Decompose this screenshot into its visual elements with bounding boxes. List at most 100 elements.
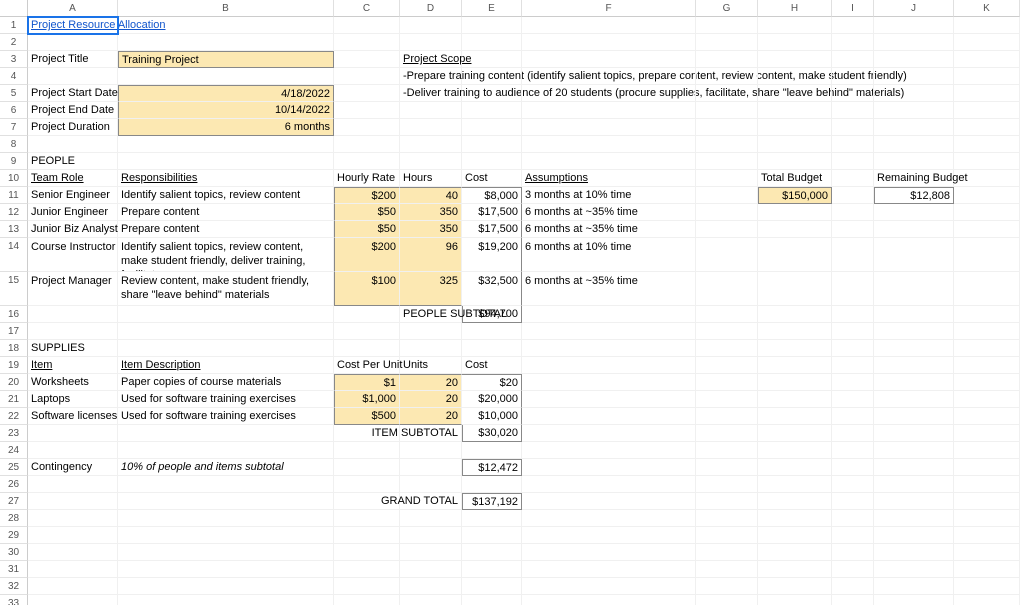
- supply-cost[interactable]: $1: [334, 374, 400, 391]
- people-resp: Prepare content: [118, 221, 334, 238]
- supply-cost[interactable]: $500: [334, 408, 400, 425]
- row-header-13[interactable]: 13: [0, 221, 28, 238]
- people-role: Course Instructor: [28, 238, 118, 272]
- supply-units[interactable]: 20: [400, 408, 462, 425]
- row-header-33[interactable]: 33: [0, 595, 28, 605]
- people-assump: 6 months at ~35% time: [522, 204, 696, 221]
- section-people-header: PEOPLE: [28, 153, 118, 170]
- column-header-K[interactable]: K: [954, 0, 1020, 17]
- row-header-7[interactable]: 7: [0, 119, 28, 136]
- label-duration: Project Duration: [28, 119, 118, 136]
- column-header-H[interactable]: H: [758, 0, 832, 17]
- column-header-C[interactable]: C: [334, 0, 400, 17]
- people-assump: 6 months at ~35% time: [522, 221, 696, 238]
- people-hours[interactable]: 350: [400, 204, 462, 221]
- row-header-24[interactable]: 24: [0, 442, 28, 459]
- grand-total-label: GRAND TOTAL: [381, 493, 458, 510]
- value-start-date[interactable]: 4/18/2022: [118, 85, 334, 102]
- row-header-27[interactable]: 27: [0, 493, 28, 510]
- col-units: Units: [400, 357, 462, 374]
- row-header-28[interactable]: 28: [0, 510, 28, 527]
- row-header-18[interactable]: 18: [0, 340, 28, 357]
- row-header-5[interactable]: 5: [0, 85, 28, 102]
- column-header-D[interactable]: D: [400, 0, 462, 17]
- people-rate[interactable]: $50: [334, 204, 400, 221]
- people-role: Junior Engineer: [28, 204, 118, 221]
- col-item: Item: [28, 357, 118, 374]
- row-header-4[interactable]: 4: [0, 68, 28, 85]
- row-header-17[interactable]: 17: [0, 323, 28, 340]
- column-header-J[interactable]: J: [874, 0, 954, 17]
- people-rate[interactable]: $50: [334, 221, 400, 238]
- people-role: Project Manager: [28, 272, 118, 306]
- value-end-date[interactable]: 10/14/2022: [118, 102, 334, 119]
- row-header-1[interactable]: 1: [0, 17, 28, 34]
- value-remaining-budget: $12,808: [874, 187, 954, 204]
- people-hours[interactable]: 325: [400, 272, 462, 306]
- row-header-20[interactable]: 20: [0, 374, 28, 391]
- supply-desc: Paper copies of course materials: [118, 374, 334, 391]
- row-header-8[interactable]: 8: [0, 136, 28, 153]
- supply-units[interactable]: 20: [400, 374, 462, 391]
- row-header-9[interactable]: 9: [0, 153, 28, 170]
- value-project-title[interactable]: Training Project: [118, 51, 334, 68]
- people-rate[interactable]: $200: [334, 238, 400, 272]
- column-header-B[interactable]: B: [118, 0, 334, 17]
- people-rate[interactable]: $200: [334, 187, 400, 204]
- people-hours[interactable]: 96: [400, 238, 462, 272]
- label-project-title: Project Title: [28, 51, 118, 68]
- row-header-32[interactable]: 32: [0, 578, 28, 595]
- scope-line-1: -Prepare training content (identify sali…: [400, 68, 462, 85]
- row-header-2[interactable]: 2: [0, 34, 28, 51]
- people-resp: Identify salient topics, review content: [118, 187, 334, 204]
- people-resp: Prepare content: [118, 204, 334, 221]
- select-all-corner[interactable]: [0, 0, 28, 17]
- column-header-F[interactable]: F: [522, 0, 696, 17]
- supply-desc: Used for software training exercises: [118, 391, 334, 408]
- people-subtotal-label: [334, 306, 400, 323]
- item-subtotal-value: $30,020: [462, 425, 522, 442]
- row-header-6[interactable]: 6: [0, 102, 28, 119]
- row-header-16[interactable]: 16: [0, 306, 28, 323]
- column-header-G[interactable]: G: [696, 0, 758, 17]
- row-header-30[interactable]: 30: [0, 544, 28, 561]
- column-header-E[interactable]: E: [462, 0, 522, 17]
- row-header-19[interactable]: 19: [0, 357, 28, 374]
- desc-contingency: 10% of people and items subtotal: [118, 459, 334, 476]
- people-hours[interactable]: 40: [400, 187, 462, 204]
- column-header-A[interactable]: A: [28, 0, 118, 17]
- people-hours[interactable]: 350: [400, 221, 462, 238]
- people-rate[interactable]: $100: [334, 272, 400, 306]
- row-header-14[interactable]: 14: [0, 238, 28, 272]
- column-header-I[interactable]: I: [832, 0, 874, 17]
- row-header-11[interactable]: 11: [0, 187, 28, 204]
- row-header-23[interactable]: 23: [0, 425, 28, 442]
- row-header-25[interactable]: 25: [0, 459, 28, 476]
- row-header-26[interactable]: 26: [0, 476, 28, 493]
- row-header-21[interactable]: 21: [0, 391, 28, 408]
- people-role: Senior Engineer: [28, 187, 118, 204]
- col-team-role: Team Role: [28, 170, 118, 187]
- supply-cost[interactable]: $1,000: [334, 391, 400, 408]
- supply-units[interactable]: 20: [400, 391, 462, 408]
- col-responsibilities: Responsibilities: [118, 170, 334, 187]
- value-total-budget[interactable]: $150,000: [758, 187, 832, 204]
- row-header-22[interactable]: 22: [0, 408, 28, 425]
- people-assump: 6 months at ~35% time: [522, 272, 696, 306]
- col-cost: Cost: [462, 170, 522, 187]
- label-contingency: Contingency: [28, 459, 118, 476]
- row-header-31[interactable]: 31: [0, 561, 28, 578]
- row-header-12[interactable]: 12: [0, 204, 28, 221]
- row-header-3[interactable]: 3: [0, 51, 28, 68]
- row-header-15[interactable]: 15: [0, 272, 28, 306]
- row-header-29[interactable]: 29: [0, 527, 28, 544]
- grand-total-value: $137,192: [462, 493, 522, 510]
- people-resp: Review content, make student friendly, s…: [118, 272, 334, 306]
- grand-total-label-cell: GRAND TOTAL: [400, 493, 462, 510]
- row-header-10[interactable]: 10: [0, 170, 28, 187]
- label-start-date: Project Start Date: [28, 85, 118, 102]
- people-cost: $32,500: [462, 272, 522, 306]
- value-duration[interactable]: 6 months: [118, 119, 334, 136]
- spreadsheet-grid[interactable]: ABCDEFGHIJK1Project Resource Allocation2…: [0, 0, 1024, 605]
- people-subtotal-label: PEOPLE SUBTOTAL: [400, 306, 462, 323]
